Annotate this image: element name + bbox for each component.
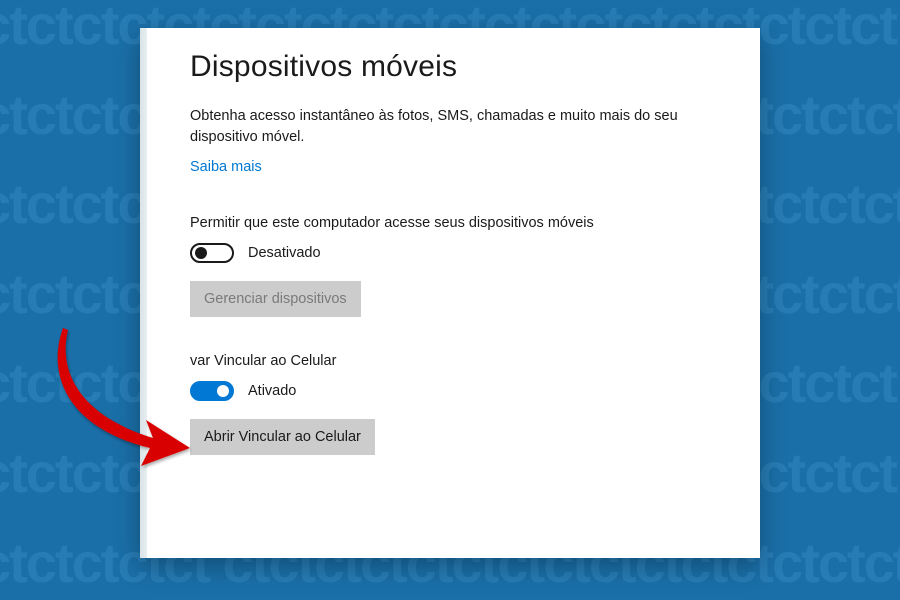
phone-link-toggle[interactable] — [190, 381, 234, 401]
page-title: Dispositivos móveis — [190, 50, 730, 84]
allow-access-section: Permitir que este computador acesse seus… — [190, 215, 730, 345]
allow-access-toggle-row: Desativado — [190, 243, 730, 263]
phone-link-toggle-row: Ativado — [190, 381, 730, 401]
allow-access-toggle[interactable] — [190, 243, 234, 263]
learn-more-link[interactable]: Saiba mais — [190, 159, 262, 175]
page-description: Obtenha acesso instantâneo às fotos, SMS… — [190, 106, 700, 148]
open-phone-link-button[interactable]: Abrir Vincular ao Celular — [190, 419, 375, 455]
manage-devices-button[interactable]: Gerenciar dispositivos — [190, 281, 361, 317]
phone-link-section: var Vincular ao Celular Ativado Abrir Vi… — [190, 353, 730, 483]
phone-link-label: var Vincular ao Celular — [190, 353, 730, 369]
allow-access-state-label: Desativado — [248, 245, 321, 261]
allow-access-label: Permitir que este computador acesse seus… — [190, 215, 730, 231]
settings-panel: Dispositivos móveis Obtenha acesso insta… — [140, 28, 760, 558]
phone-link-state-label: Ativado — [248, 383, 296, 399]
